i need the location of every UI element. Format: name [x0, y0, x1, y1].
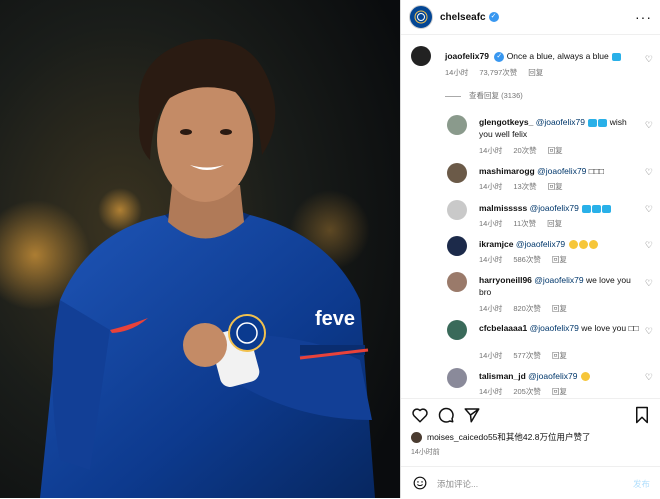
avatar[interactable] — [411, 431, 422, 443]
mention-link[interactable]: @joaofelix79 — [536, 117, 585, 127]
blue-heart-icon — [592, 204, 602, 213]
more-icon[interactable]: ··· — [635, 9, 652, 25]
share-icon[interactable] — [463, 406, 481, 424]
heart-icon[interactable]: ♡ — [645, 240, 653, 251]
post-side-panel: chelseafc ✓ ··· joaofelix79 ✓ Once a blu… — [400, 0, 660, 498]
comment-text: we love you □□ — [581, 323, 639, 333]
avatar[interactable] — [411, 46, 431, 66]
comment-username[interactable]: glengotkeys_ — [479, 117, 533, 127]
comment-meta: 14小时 586次赞 回复 — [479, 255, 567, 264]
caption-username[interactable]: joaofelix79 — [445, 51, 489, 61]
emoji-icon — [580, 372, 590, 382]
avatar[interactable] — [447, 115, 467, 135]
blue-heart-icon — [602, 204, 612, 213]
comment-input[interactable]: 添加评论... — [437, 478, 478, 490]
heart-icon[interactable]: ♡ — [645, 204, 653, 215]
liked-by[interactable]: moises_caicedo55和其他42.8万位用户赞了 — [411, 431, 590, 443]
emoji-icon — [588, 240, 598, 250]
mention-link[interactable]: @joaofelix79 — [516, 239, 565, 249]
blue-heart-icon — [598, 118, 608, 127]
heart-icon[interactable]: ♡ — [645, 167, 653, 178]
action-bar — [401, 398, 660, 431]
comments-list[interactable]: joaofelix79 ✓ Once a blue, always a blue… — [401, 40, 660, 396]
mention-link[interactable]: @joaofelix79 — [530, 323, 579, 333]
post-header: chelseafc ✓ ··· — [401, 0, 660, 35]
heart-icon[interactable]: ♡ — [645, 372, 653, 383]
mention-link[interactable]: @joaofelix79 — [530, 203, 579, 213]
avatar[interactable] — [447, 200, 467, 220]
post-time: 14小时前 — [411, 449, 440, 456]
comment-meta: 14小时 20次赞 回复 — [479, 146, 563, 155]
svg-text:feve: feve — [315, 308, 355, 330]
comment-icon[interactable] — [437, 406, 455, 424]
comment-meta: 14小时 205次赞 回复 — [479, 387, 567, 396]
add-comment-bar: 添加评论... 发布 — [401, 466, 660, 499]
verified-icon: ✓ — [494, 51, 505, 62]
heart-icon[interactable]: ♡ — [645, 326, 653, 337]
chelsea-crest-icon — [414, 10, 428, 24]
avatar[interactable] — [447, 272, 467, 292]
emoji-icon[interactable] — [413, 476, 427, 490]
heart-icon[interactable]: ♡ — [645, 54, 653, 65]
comment-meta: 14小时 13次赞 回复 — [479, 182, 563, 191]
comment-username[interactable]: malmisssss — [479, 203, 527, 213]
comment-username[interactable]: harryoneill96 — [479, 275, 532, 285]
emoji-icon — [568, 240, 578, 250]
blue-heart-icon — [612, 52, 622, 61]
heart-icon[interactable]: ♡ — [645, 120, 653, 131]
mention-link[interactable]: @joaofelix79 — [528, 371, 577, 381]
avatar[interactable] — [447, 368, 467, 388]
comment-username[interactable]: ikramjce — [479, 239, 514, 249]
comment-text: □□□ — [588, 166, 605, 176]
mention-link[interactable]: @joaofelix79 — [537, 166, 586, 176]
divider — [445, 95, 461, 97]
post-username[interactable]: chelseafc — [440, 12, 486, 23]
caption-text: Once a blue, always a blue — [506, 51, 609, 61]
view-replies[interactable]: 查看回复 (3136) — [445, 90, 523, 101]
mention-link[interactable]: @joaofelix79 — [534, 275, 583, 285]
blue-heart-icon — [582, 204, 592, 213]
comment-username[interactable]: mashimarogg — [479, 166, 535, 176]
post-photo[interactable]: feve — [0, 0, 400, 498]
avatar[interactable] — [447, 320, 467, 340]
bookmark-icon[interactable] — [634, 406, 650, 424]
liked-by-text: moises_caicedo55和其他42.8万位用户赞了 — [427, 432, 591, 442]
heart-icon[interactable] — [411, 406, 429, 424]
avatar[interactable] — [447, 236, 467, 256]
comment-meta: 14小时 820次赞 回复 — [479, 304, 567, 313]
comment-username[interactable]: cfcbelaaaa1 — [479, 323, 527, 333]
comment-meta: 14小时 11次赞 回复 — [479, 219, 563, 228]
post-button[interactable]: 发布 — [633, 478, 650, 490]
heart-icon[interactable]: ♡ — [645, 278, 653, 289]
caption-meta: 14小时 73,797次赞 回复 — [445, 68, 544, 77]
blue-heart-icon — [588, 118, 598, 127]
avatar[interactable] — [447, 163, 467, 183]
chelsea-avatar[interactable] — [409, 5, 433, 29]
emoji-icon — [578, 240, 588, 250]
comment-username[interactable]: talisman_jd — [479, 371, 526, 381]
player-image: feve — [0, 0, 400, 498]
verified-icon: ✓ — [488, 12, 499, 22]
comment-meta: 14小时 577次赞 回复 — [479, 351, 567, 360]
